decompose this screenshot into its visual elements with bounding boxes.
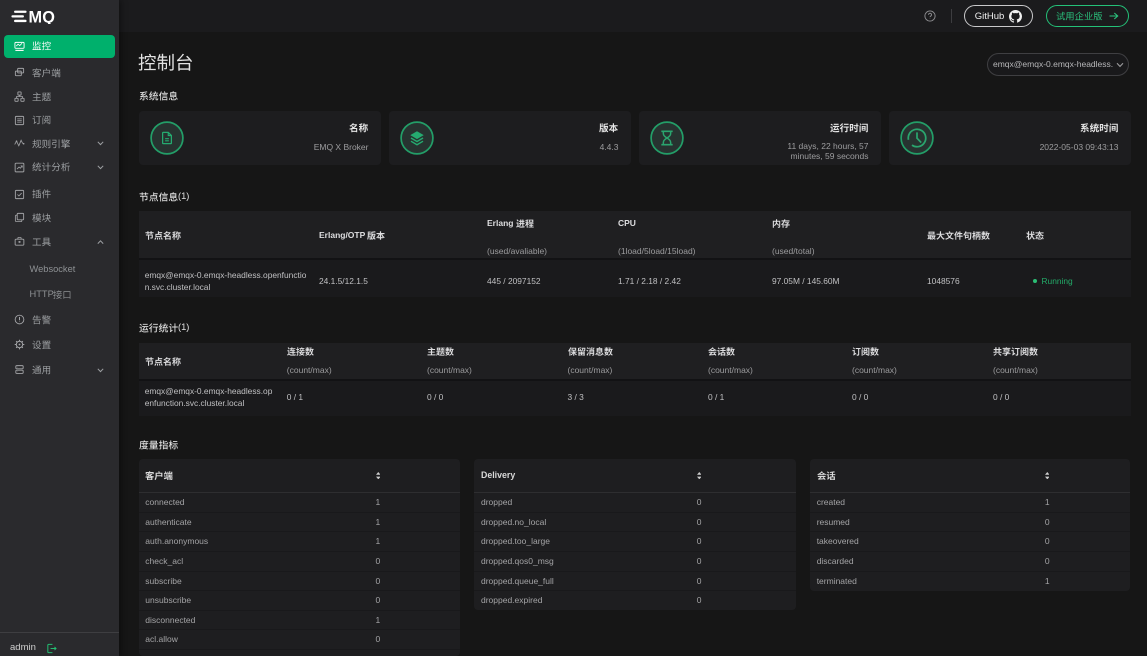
svg-text:MQ: MQ bbox=[29, 10, 56, 24]
